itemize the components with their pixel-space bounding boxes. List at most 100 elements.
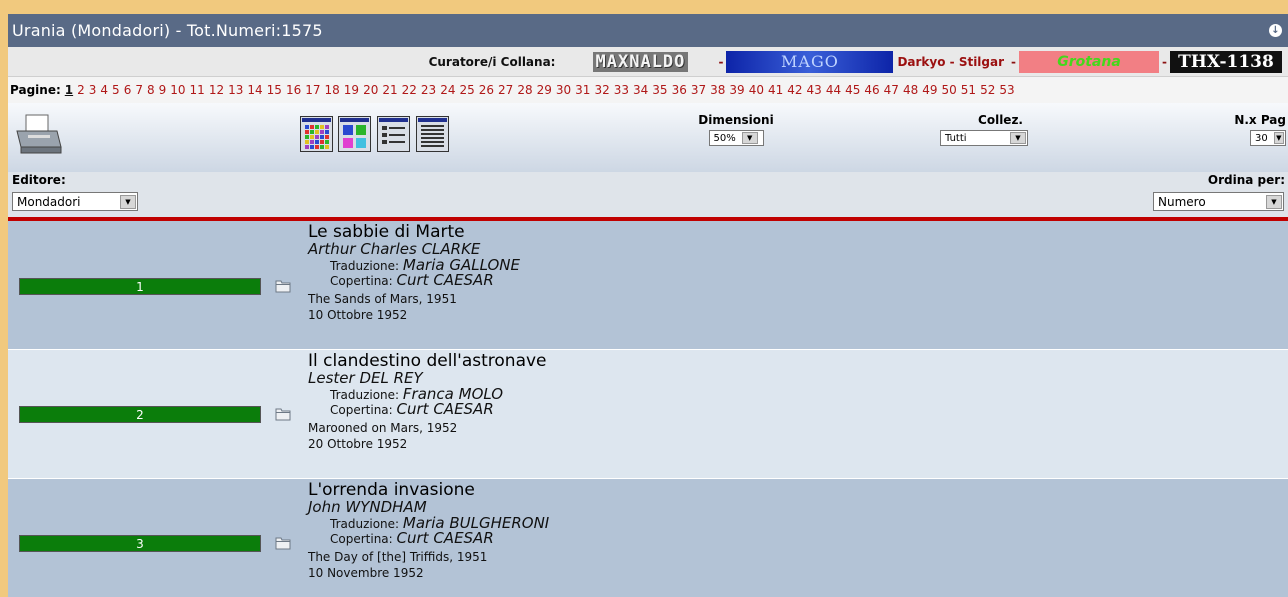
- collez-select[interactable]: Tutti ▼: [940, 130, 1028, 146]
- item-info: L'orrenda invasione John WYNDHAM Traduzi…: [308, 481, 549, 580]
- editore-label: Editore:: [12, 173, 66, 187]
- page-link[interactable]: 40: [749, 83, 764, 97]
- item-original-title: The Day of [the] Triffids, 1951: [308, 550, 488, 565]
- page-link[interactable]: 43: [807, 83, 822, 97]
- view-toolbar: Dimensioni 50% ▼ Collez. Tutti ▼ N.x Pag…: [8, 103, 1288, 172]
- dimensioni-select[interactable]: 50% ▼: [708, 130, 764, 146]
- page-link[interactable]: 34: [633, 83, 648, 97]
- page-link[interactable]: 53: [999, 83, 1014, 97]
- page-link[interactable]: 31: [575, 83, 590, 97]
- page-link[interactable]: 14: [247, 83, 262, 97]
- page-link[interactable]: 12: [209, 83, 224, 97]
- chevron-down-icon: ▼: [741, 132, 758, 144]
- page-link[interactable]: 38: [710, 83, 725, 97]
- page-link[interactable]: 1: [65, 83, 73, 97]
- page-link[interactable]: 24: [440, 83, 455, 97]
- view-detail-list-icon[interactable]: [416, 116, 449, 152]
- page-link[interactable]: 49: [922, 83, 937, 97]
- page-link[interactable]: 30: [556, 83, 571, 97]
- folder-icon[interactable]: [275, 279, 291, 293]
- dash-sep: -: [1011, 54, 1017, 69]
- page-link[interactable]: 18: [325, 83, 340, 97]
- page-link[interactable]: 37: [691, 83, 706, 97]
- page-link[interactable]: 8: [147, 83, 155, 97]
- page-link[interactable]: 47: [884, 83, 899, 97]
- page-link[interactable]: 52: [980, 83, 995, 97]
- page-link[interactable]: 25: [459, 83, 474, 97]
- dimensioni-label: Dimensioni: [698, 113, 774, 127]
- page-link[interactable]: 11: [190, 83, 205, 97]
- page-link[interactable]: 5: [112, 83, 120, 97]
- editore-select[interactable]: Mondadori ▼: [12, 192, 138, 211]
- page-link[interactable]: 9: [159, 83, 167, 97]
- item-date: 10 Ottobre 1952: [308, 307, 408, 322]
- printer-icon[interactable]: [14, 113, 64, 157]
- item-cover-artist: Copertina: Curt CAESAR: [330, 529, 494, 548]
- window-frame: Urania (Mondadori) - Tot.Numeri:1575 ↓ C…: [8, 14, 1288, 597]
- item-info: Il clandestino dell'astronave Lester DEL…: [308, 352, 547, 451]
- page-link[interactable]: 46: [864, 83, 879, 97]
- page-link[interactable]: 13: [228, 83, 243, 97]
- issue-number-bar[interactable]: 3: [19, 535, 261, 552]
- page-link[interactable]: 29: [537, 83, 552, 97]
- page-link[interactable]: 7: [135, 83, 143, 97]
- page-links: 1 2 3 4 5 6 7 8 9 10 11 12 13 14 15 16 17 18 19 20 21 22 23 24 2…: [65, 83, 1019, 97]
- list-item: 3 L'orrenda invasione John WYNDHAM Tradu…: [8, 479, 1288, 597]
- item-info: Le sabbie di Marte Arthur Charles CLARKE…: [308, 223, 520, 322]
- page-link[interactable]: 26: [479, 83, 494, 97]
- grotana-logo[interactable]: Grotana: [1019, 50, 1160, 73]
- page-link[interactable]: 51: [961, 83, 976, 97]
- list-item: 2 Il clandestino dell'astronave Lester D…: [8, 350, 1288, 479]
- thx-logo[interactable]: THX-1138: [1170, 50, 1282, 73]
- nxpag-select[interactable]: 30 ▼: [1250, 130, 1286, 146]
- page-link[interactable]: 17: [305, 83, 320, 97]
- chevron-down-icon: ▼: [120, 194, 136, 209]
- view-list-icon[interactable]: [377, 116, 410, 152]
- page-link[interactable]: 45: [845, 83, 860, 97]
- issue-number-bar[interactable]: 2: [19, 406, 261, 423]
- page-link[interactable]: 3: [89, 83, 97, 97]
- page-link[interactable]: 4: [100, 83, 108, 97]
- dimensioni-control: Dimensioni 50% ▼: [691, 113, 781, 146]
- page-link[interactable]: 23: [421, 83, 436, 97]
- page-link[interactable]: 6: [124, 83, 132, 97]
- collez-label: Collez.: [978, 113, 1023, 127]
- page-link[interactable]: 28: [517, 83, 532, 97]
- pagination: Pagine: 1 2 3 4 5 6 7 8 9 10 11 12 13 14 15 16 17 18 19 20 2…: [8, 77, 1288, 103]
- issue-number-bar[interactable]: 1: [19, 278, 261, 295]
- mago-logo[interactable]: MAGO: [726, 50, 894, 73]
- folder-icon[interactable]: [275, 407, 291, 421]
- page-link[interactable]: 27: [498, 83, 513, 97]
- curators-label: Curatore/i Collana:: [428, 54, 556, 69]
- page-link[interactable]: 16: [286, 83, 301, 97]
- item-date: 10 Novembre 1952: [308, 565, 424, 580]
- page-link[interactable]: 50: [942, 83, 957, 97]
- page-link[interactable]: 32: [594, 83, 609, 97]
- page-link[interactable]: 15: [267, 83, 282, 97]
- page-link[interactable]: 41: [768, 83, 783, 97]
- view-grid-large-icon[interactable]: [338, 116, 371, 152]
- page-link[interactable]: 22: [402, 83, 417, 97]
- page-link[interactable]: 44: [826, 83, 841, 97]
- page-link[interactable]: 39: [729, 83, 744, 97]
- page-link[interactable]: 21: [382, 83, 397, 97]
- folder-icon[interactable]: [275, 536, 291, 550]
- page-link[interactable]: 36: [672, 83, 687, 97]
- chevron-down-icon: ▼: [1273, 132, 1284, 144]
- page-link[interactable]: 35: [652, 83, 667, 97]
- title-bar: Urania (Mondadori) - Tot.Numeri:1575 ↓: [8, 14, 1288, 47]
- page-link[interactable]: 2: [77, 83, 85, 97]
- page-link[interactable]: 10: [170, 83, 185, 97]
- maxnaldo-logo[interactable]: MAXNALDO: [565, 50, 716, 73]
- download-icon[interactable]: ↓: [1269, 24, 1282, 37]
- page-link[interactable]: 20: [363, 83, 378, 97]
- item-date: 20 Ottobre 1952: [308, 436, 408, 451]
- ordina-select[interactable]: Numero ▼: [1153, 192, 1284, 211]
- page-link[interactable]: 42: [787, 83, 802, 97]
- page-link[interactable]: 48: [903, 83, 918, 97]
- nxpag-control: N.x Pag 30 ▼: [1226, 113, 1286, 146]
- page-link[interactable]: 19: [344, 83, 359, 97]
- view-grid-small-icon[interactable]: [300, 116, 333, 152]
- curators-bar: Curatore/i Collana: MAXNALDO - MAGO Dark…: [8, 47, 1288, 77]
- page-link[interactable]: 33: [614, 83, 629, 97]
